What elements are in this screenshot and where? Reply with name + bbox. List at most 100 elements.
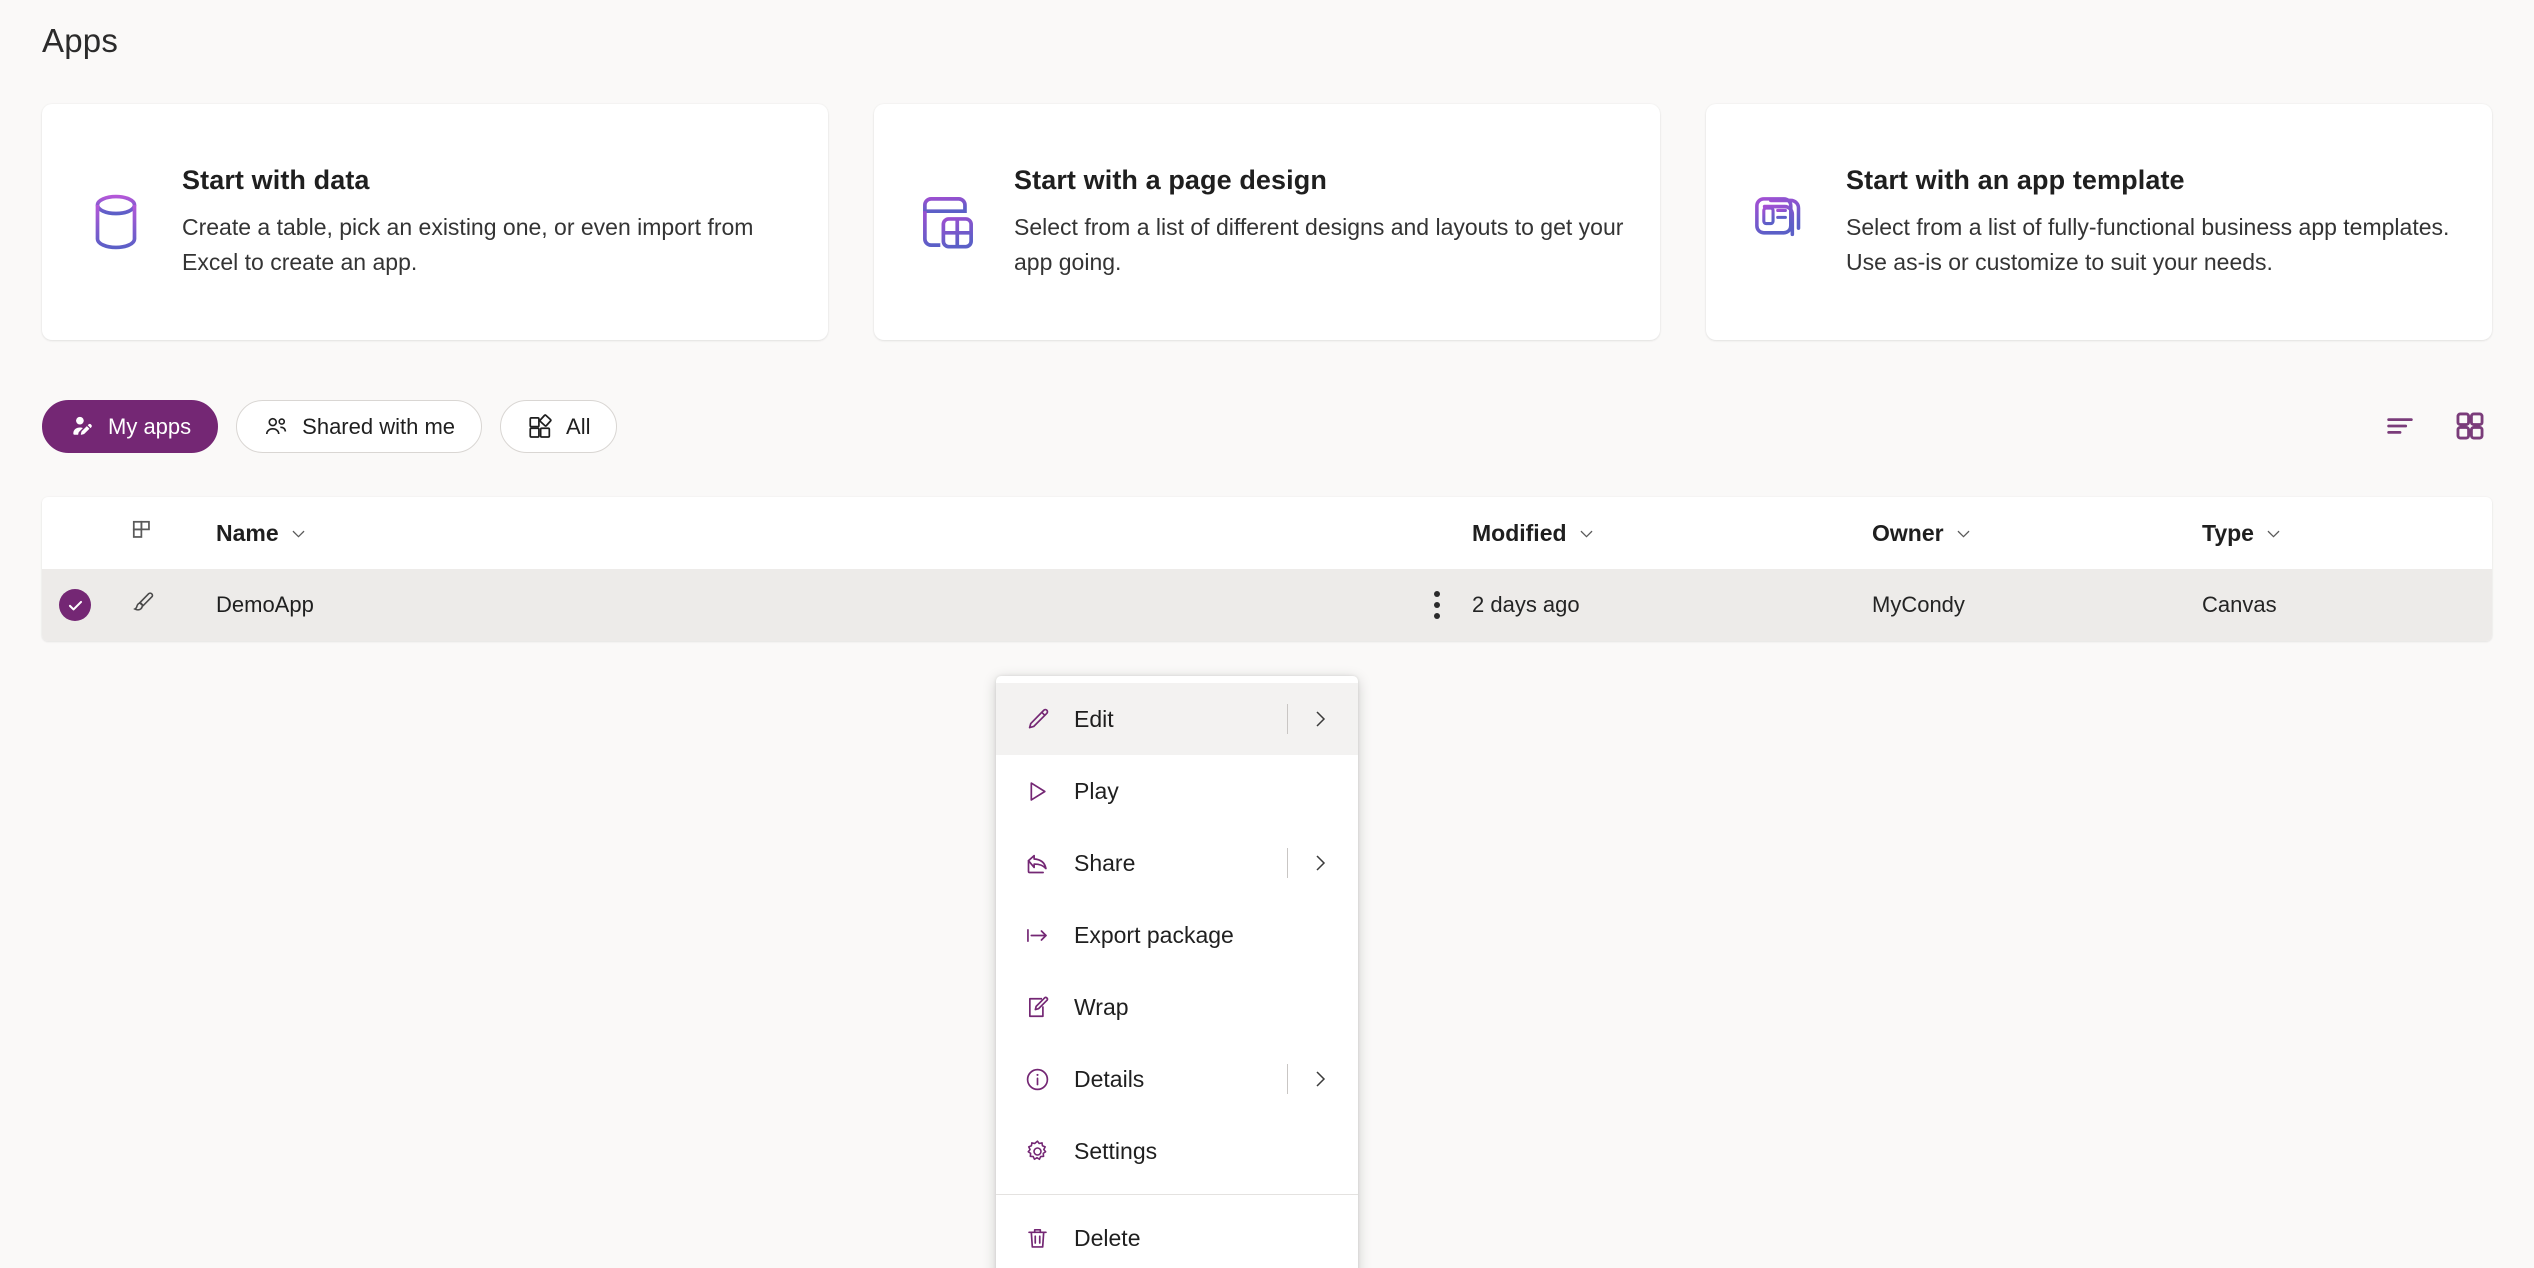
filter-pill-label: Shared with me <box>302 414 455 440</box>
row-modified-label: 2 days ago <box>1472 592 1580 617</box>
apps-page: Apps Start with data Create <box>0 0 2534 1268</box>
play-icon <box>1022 776 1052 806</box>
context-menu-item-export-package[interactable]: Export package <box>996 899 1358 971</box>
table-row[interactable]: DemoApp 2 days ago MyCondy Canvas <box>42 569 2492 641</box>
row-name-label: DemoApp <box>216 592 314 617</box>
row-type-label: Canvas <box>2202 592 2277 617</box>
chevron-right-icon <box>1308 851 1332 875</box>
chevron-down-icon <box>289 524 308 543</box>
column-header-name-label: Name <box>216 520 279 547</box>
card-start-with-page-design[interactable]: Start with a page design Select from a l… <box>874 104 1660 340</box>
context-menu-item-delete[interactable]: Delete <box>996 1202 1358 1268</box>
table-header-row: Name Modified Owner Type <box>42 497 2492 569</box>
column-header-name-cell: Name <box>178 520 1402 547</box>
card-title: Start with data <box>182 165 794 196</box>
card-description: Create a table, pick an existing one, or… <box>182 210 794 280</box>
people-icon <box>263 414 289 440</box>
chevron-right-icon <box>1308 707 1332 731</box>
filter-pill-label: My apps <box>108 414 191 440</box>
trash-icon <box>1022 1223 1052 1253</box>
context-menu-item-share[interactable]: Share <box>996 827 1358 899</box>
start-options-cards: Start with data Create a table, pick an … <box>42 104 2492 340</box>
row-owner-cell: MyCondy <box>1872 592 2202 618</box>
filter-pill-all[interactable]: All <box>500 400 617 453</box>
row-app-type-cell <box>108 589 178 621</box>
card-start-with-data[interactable]: Start with data Create a table, pick an … <box>42 104 828 340</box>
submenu-divider <box>1287 848 1288 878</box>
card-title: Start with an app template <box>1846 165 2458 196</box>
info-icon <box>1022 1064 1052 1094</box>
wrap-icon <box>1022 992 1052 1022</box>
card-description: Select from a list of different designs … <box>1014 210 1626 280</box>
page-title: Apps <box>42 22 118 60</box>
row-owner-label: MyCondy <box>1872 592 1965 617</box>
context-menu-item-label: Play <box>1074 778 1338 805</box>
gear-icon <box>1022 1136 1052 1166</box>
column-header-modified[interactable]: Modified <box>1472 520 1596 547</box>
row-checkbox-checked[interactable] <box>59 589 91 621</box>
column-header-owner[interactable]: Owner <box>1872 520 1973 547</box>
row-select-cell <box>42 589 108 621</box>
context-menu-item-label: Share <box>1074 850 1265 877</box>
ellipsis-dot <box>1434 613 1440 619</box>
card-start-with-app-template[interactable]: Start with an app template Select from a… <box>1706 104 2492 340</box>
apps-table: Name Modified Owner Type <box>42 497 2492 641</box>
card-body: Start with a page design Select from a l… <box>1014 165 1626 280</box>
column-header-type-label: Type <box>2202 520 2254 547</box>
column-header-modified-label: Modified <box>1472 520 1567 547</box>
page-design-icon <box>908 182 988 262</box>
paintbrush-icon <box>130 589 157 621</box>
column-header-owner-label: Owner <box>1872 520 1944 547</box>
column-options-cell[interactable] <box>108 518 178 549</box>
context-menu-item-label: Delete <box>1074 1225 1338 1252</box>
filter-pill-shared-with-me[interactable]: Shared with me <box>236 400 482 453</box>
filter-pill-my-apps[interactable]: My apps <box>42 400 218 453</box>
context-menu-item-label: Details <box>1074 1066 1265 1093</box>
column-header-name[interactable]: Name <box>216 520 308 547</box>
row-modified-cell: 2 days ago <box>1472 592 1872 618</box>
column-header-owner-cell: Owner <box>1872 520 2202 547</box>
row-context-menu: Edit Play Share <box>996 676 1358 1268</box>
chevron-down-icon <box>1954 524 1973 543</box>
column-header-type-cell: Type <box>2202 520 2492 547</box>
context-menu-item-label: Wrap <box>1074 994 1338 1021</box>
context-menu-item-settings[interactable]: Settings <box>996 1115 1358 1187</box>
context-menu-submenu-affordance[interactable] <box>1287 848 1338 878</box>
submenu-divider <box>1287 704 1288 734</box>
checkmark-icon <box>66 596 85 615</box>
row-name-cell[interactable]: DemoApp <box>178 592 1402 618</box>
more-actions-icon[interactable] <box>1419 587 1455 623</box>
column-header-type[interactable]: Type <box>2202 520 2283 547</box>
chevron-down-icon <box>2264 524 2283 543</box>
context-menu-item-label: Settings <box>1074 1138 1338 1165</box>
list-view-icon[interactable] <box>2378 404 2422 448</box>
grid-view-icon[interactable] <box>2448 404 2492 448</box>
context-menu-separator <box>996 1194 1358 1195</box>
context-menu-submenu-affordance[interactable] <box>1287 704 1338 734</box>
filter-pill-group: My apps Shared with me <box>42 400 617 453</box>
card-description: Select from a list of fully-functional b… <box>1846 210 2458 280</box>
chevron-down-icon <box>1577 524 1596 543</box>
app-template-icon <box>1740 182 1820 262</box>
ellipsis-dot <box>1434 591 1440 597</box>
database-icon <box>76 182 156 262</box>
chevron-right-icon <box>1308 1067 1332 1091</box>
context-menu-item-details[interactable]: Details <box>996 1043 1358 1115</box>
table-columns-icon <box>130 518 156 549</box>
context-menu-item-label: Export package <box>1074 922 1338 949</box>
context-menu-item-edit[interactable]: Edit <box>996 683 1358 755</box>
view-toggle-group <box>2378 404 2492 448</box>
context-menu-item-wrap[interactable]: Wrap <box>996 971 1358 1043</box>
pencil-icon <box>1022 704 1052 734</box>
apps-grid-icon <box>527 414 553 440</box>
share-icon <box>1022 848 1052 878</box>
ellipsis-dot <box>1434 602 1440 608</box>
context-menu-item-label: Edit <box>1074 706 1265 733</box>
context-menu-submenu-affordance[interactable] <box>1287 1064 1338 1094</box>
card-title: Start with a page design <box>1014 165 1626 196</box>
export-icon <box>1022 920 1052 950</box>
person-edit-icon <box>69 414 95 440</box>
context-menu-item-play[interactable]: Play <box>996 755 1358 827</box>
submenu-divider <box>1287 1064 1288 1094</box>
card-body: Start with data Create a table, pick an … <box>182 165 794 280</box>
